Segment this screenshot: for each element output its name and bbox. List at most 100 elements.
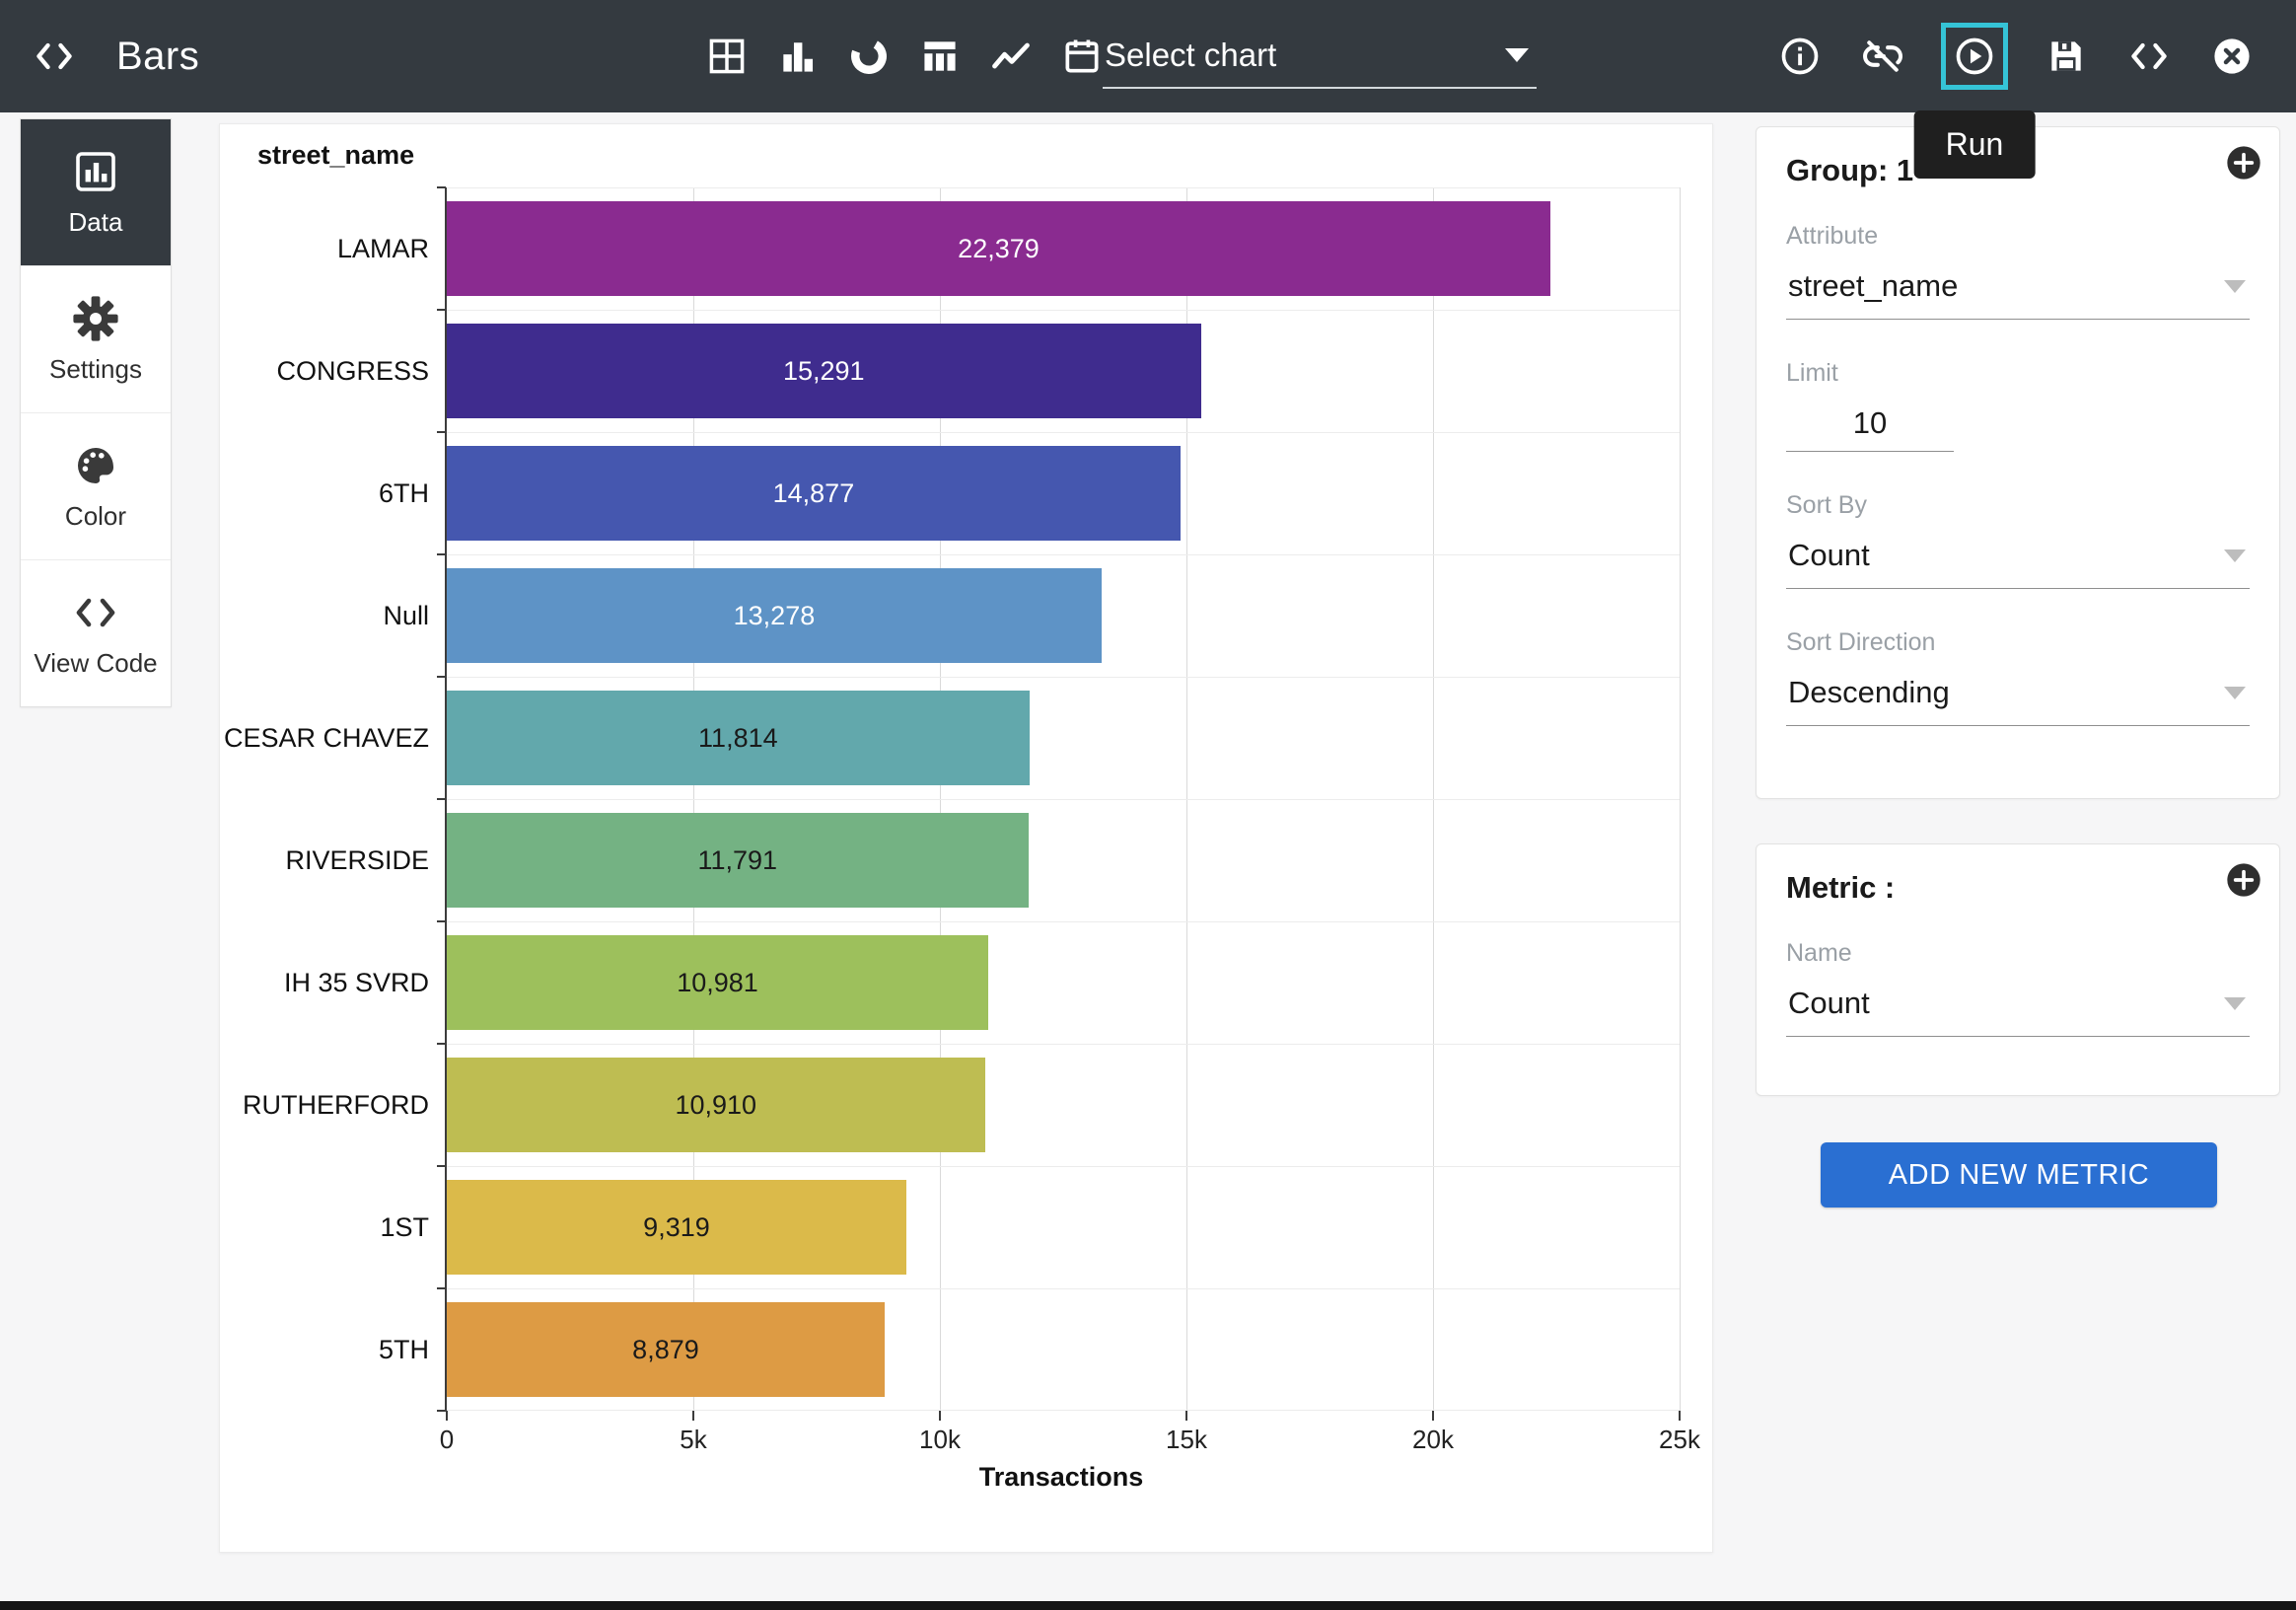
sort-direction-label: Sort Direction: [1786, 628, 2250, 657]
x-axis-tick-label: 20k: [1412, 1425, 1454, 1455]
sidebar-item-label: Color: [65, 501, 126, 532]
play-circle-icon[interactable]: [1950, 32, 1999, 81]
select-chart-dropdown[interactable]: Select chart: [1103, 24, 1537, 89]
category-label: Null: [220, 599, 429, 632]
calendar-icon[interactable]: [1057, 32, 1107, 81]
donut-chart-icon[interactable]: [844, 32, 894, 81]
x-axis-tick-label: 15k: [1166, 1425, 1207, 1455]
gridline: [447, 677, 1680, 678]
bar-chart-icon[interactable]: [773, 32, 823, 81]
attribute-label: Attribute: [1786, 222, 2250, 251]
bar-chart-plot: 05k10k15k20k25k22,37915,29114,87713,2781…: [445, 187, 1680, 1411]
metric-name-label: Name: [1786, 939, 2250, 968]
y-axis-tick: [437, 1287, 446, 1289]
add-metric-plus-button[interactable]: [2224, 860, 2263, 900]
x-axis-title: Transactions: [979, 1462, 1144, 1493]
bar-6th: 14,877: [447, 446, 1181, 541]
category-label: CESAR CHAVEZ: [220, 721, 429, 755]
category-label: 5TH: [220, 1333, 429, 1366]
sort-direction-select[interactable]: Descending: [1786, 657, 2250, 726]
bar-value-label: 10,910: [675, 1090, 756, 1121]
line-chart-icon[interactable]: [986, 32, 1036, 81]
category-label: IH 35 SVRD: [220, 966, 429, 999]
x-axis-tick: [1432, 1411, 1434, 1421]
gridline: [447, 1410, 1680, 1411]
app-window: Bars Select chart: [0, 0, 2296, 1610]
grid-chart-icon[interactable]: [702, 32, 752, 81]
limit-input[interactable]: [1786, 392, 1954, 452]
sort-by-value: Count: [1788, 538, 1870, 573]
x-axis-tick-label: 25k: [1659, 1425, 1700, 1455]
bar-null: 13,278: [447, 568, 1102, 663]
group-panel: Group: 1 Attribute street_name Limit Sor…: [1756, 126, 2280, 799]
bar-congress: 15,291: [447, 324, 1201, 418]
category-label: CONGRESS: [220, 354, 429, 388]
metric-name-select[interactable]: Count: [1786, 968, 2250, 1037]
y-axis-tick: [437, 676, 446, 678]
y-axis-tick: [437, 920, 446, 922]
chart-title: street_name: [257, 140, 414, 171]
link-off-icon[interactable]: [1858, 32, 1907, 81]
topbar-left: Bars: [30, 0, 199, 112]
y-axis-tick: [437, 186, 446, 188]
sort-direction-value: Descending: [1788, 675, 1950, 710]
y-axis-tick: [437, 309, 446, 311]
y-axis-tick: [437, 1410, 446, 1412]
attribute-select[interactable]: street_name: [1786, 251, 2250, 320]
gridline: [447, 432, 1680, 433]
x-axis-tick-label: 0: [440, 1425, 454, 1455]
metric-panel: Metric : Name Count: [1756, 843, 2280, 1096]
metric-panel-title: Metric :: [1786, 870, 2250, 906]
x-axis-tick-label: 10k: [919, 1425, 961, 1455]
gridline: [447, 799, 1680, 800]
palette-icon: [72, 442, 119, 489]
sidebar-item-label: View Code: [34, 648, 157, 679]
plus-circle-icon: [2224, 860, 2263, 900]
sidebar-item-view-code[interactable]: View Code: [21, 560, 171, 706]
sidebar-item-color[interactable]: Color: [21, 413, 171, 560]
chevron-down-icon: [2224, 997, 2246, 1010]
topbar-actions: Run: [1775, 0, 2257, 112]
chevron-down-icon: [2224, 687, 2246, 699]
code-icon[interactable]: [30, 32, 79, 81]
bar-value-label: 11,814: [698, 723, 778, 754]
gridline: [447, 310, 1680, 311]
bar-cesar-chavez: 11,814: [447, 691, 1030, 785]
x-axis-tick: [1679, 1411, 1681, 1421]
gridline: [447, 187, 1680, 188]
bar-rutherford: 10,910: [447, 1058, 985, 1152]
page-title: Bars: [116, 35, 199, 79]
sidebar: Data Settings Color View Code: [20, 118, 172, 707]
y-axis-tick: [437, 431, 446, 433]
gridline: [447, 1166, 1680, 1167]
bar-value-label: 8,879: [632, 1335, 699, 1365]
category-label: RIVERSIDE: [220, 843, 429, 877]
x-axis-tick: [446, 1411, 448, 1421]
pivot-table-icon[interactable]: [915, 32, 965, 81]
sort-by-select[interactable]: Count: [1786, 520, 2250, 589]
chevron-down-icon: [2224, 549, 2246, 562]
run-button-highlight: Run: [1941, 23, 2008, 90]
sidebar-item-data[interactable]: Data: [21, 119, 171, 266]
metric-name-value: Count: [1788, 986, 1870, 1021]
x-axis-tick: [1185, 1411, 1187, 1421]
bottom-strip: [0, 1601, 2296, 1610]
add-new-metric-button[interactable]: ADD NEW METRIC: [1821, 1142, 2217, 1208]
code-icon[interactable]: [2124, 32, 2174, 81]
topbar: Bars Select chart: [0, 0, 2296, 112]
x-axis-tick: [939, 1411, 941, 1421]
category-label: LAMAR: [220, 232, 429, 265]
y-axis-tick: [437, 1165, 446, 1167]
bar-lamar: 22,379: [447, 201, 1550, 296]
bar-value-label: 9,319: [643, 1212, 710, 1243]
sidebar-item-settings[interactable]: Settings: [21, 266, 171, 413]
info-icon[interactable]: [1775, 32, 1825, 81]
y-axis-tick: [437, 1043, 446, 1045]
gridline: [447, 1044, 1680, 1045]
bar-value-label: 10,981: [677, 968, 758, 998]
bar-value-label: 13,278: [734, 601, 816, 631]
add-group-button[interactable]: [2224, 143, 2263, 183]
save-icon[interactable]: [2042, 32, 2091, 81]
y-axis-tick: [437, 553, 446, 555]
close-icon[interactable]: [2207, 32, 2257, 81]
